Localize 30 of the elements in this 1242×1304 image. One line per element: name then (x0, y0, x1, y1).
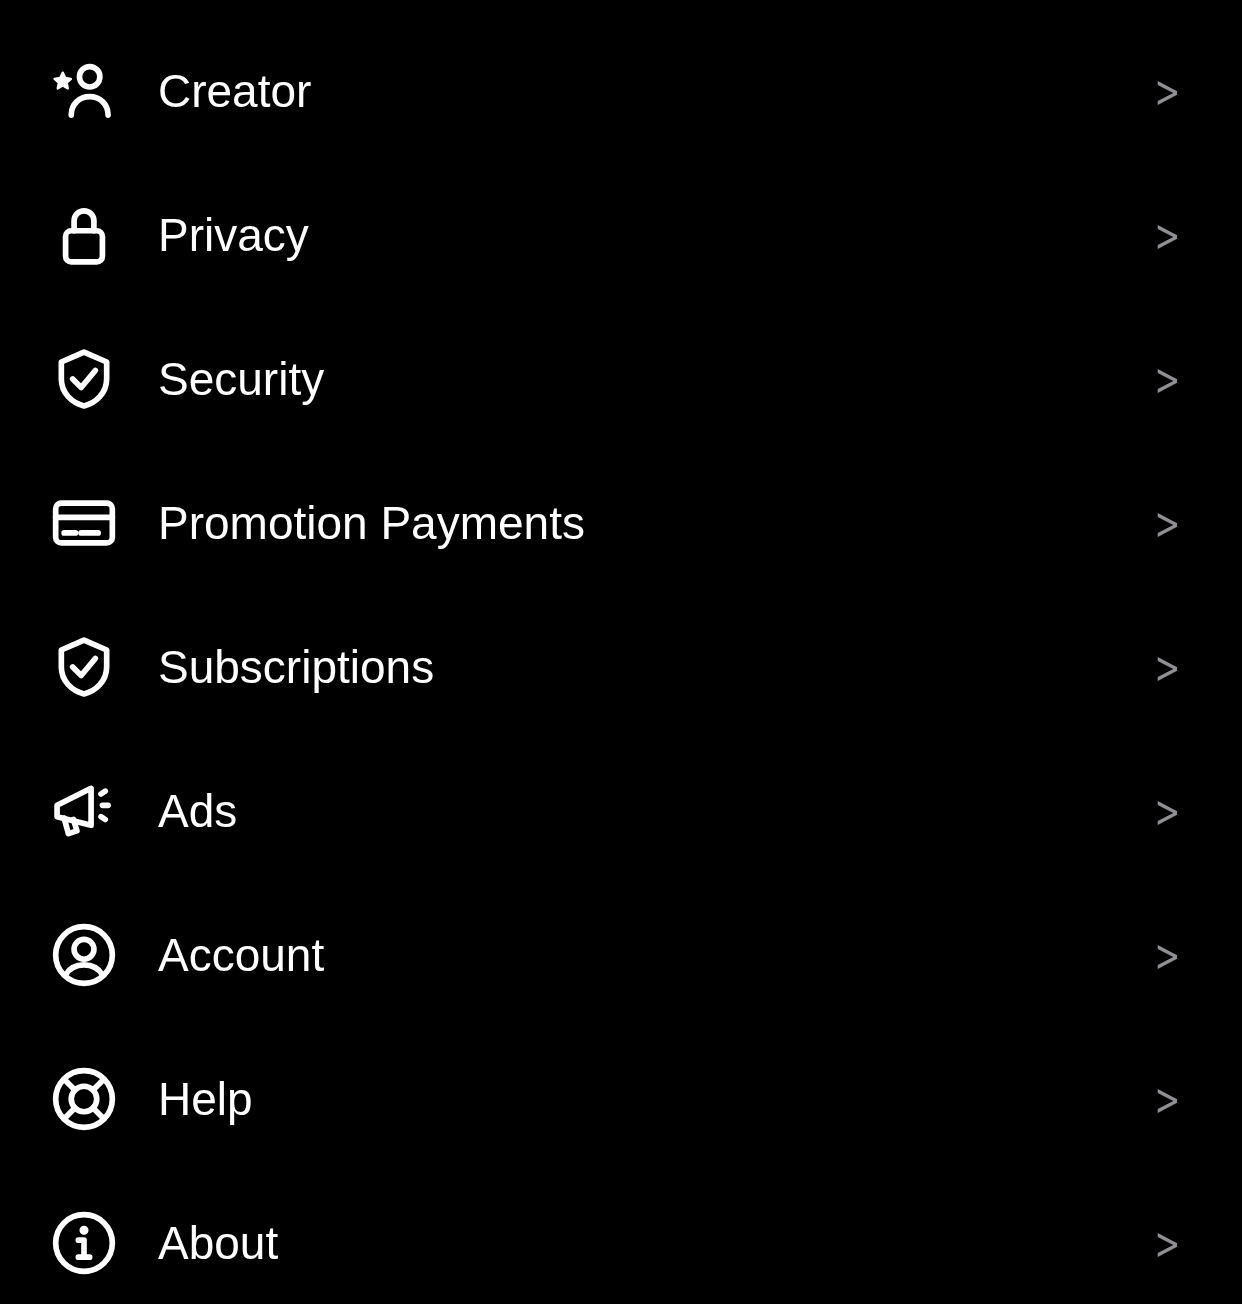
chevron-icon: > (1154, 641, 1181, 693)
info-icon (50, 1209, 118, 1277)
menu-label: Creator (158, 64, 313, 118)
menu-item[interactable]: Ads > (0, 739, 1242, 883)
menu-item[interactable]: About > (0, 1171, 1242, 1304)
menu-label: Security (158, 352, 326, 406)
menu-item[interactable]: Security > (0, 307, 1242, 451)
menu-label: Privacy (158, 208, 310, 262)
chevron-icon: > (1154, 497, 1181, 549)
menu-item[interactable]: Subscriptions > (0, 595, 1242, 739)
menu-item[interactable]: Account > (0, 883, 1242, 1027)
menu-item[interactable]: Privacy > (0, 163, 1242, 307)
chevron-icon: > (1154, 209, 1181, 261)
chevron-icon: > (1154, 353, 1181, 405)
chevron-icon: > (1154, 65, 1181, 117)
menu-item[interactable]: Promotion Payments > (0, 451, 1242, 595)
menu-item[interactable]: Creator > (0, 19, 1242, 163)
menu-label: Help (158, 1072, 254, 1126)
chevron-icon: > (1154, 1073, 1181, 1125)
menu-item[interactable]: Help > (0, 1027, 1242, 1171)
lifebuoy-icon (50, 1065, 118, 1133)
menu-label: Subscriptions (158, 640, 436, 694)
chevron-icon: > (1154, 1217, 1181, 1269)
menu-label: Promotion Payments (158, 496, 586, 550)
chevron-icon: > (1154, 785, 1181, 837)
user-circle-icon (50, 921, 118, 989)
menu-label: About (158, 1216, 280, 1270)
menu-label: Ads (158, 784, 239, 838)
chevron-icon: > (1154, 929, 1181, 981)
menu-label: Account (158, 928, 326, 982)
